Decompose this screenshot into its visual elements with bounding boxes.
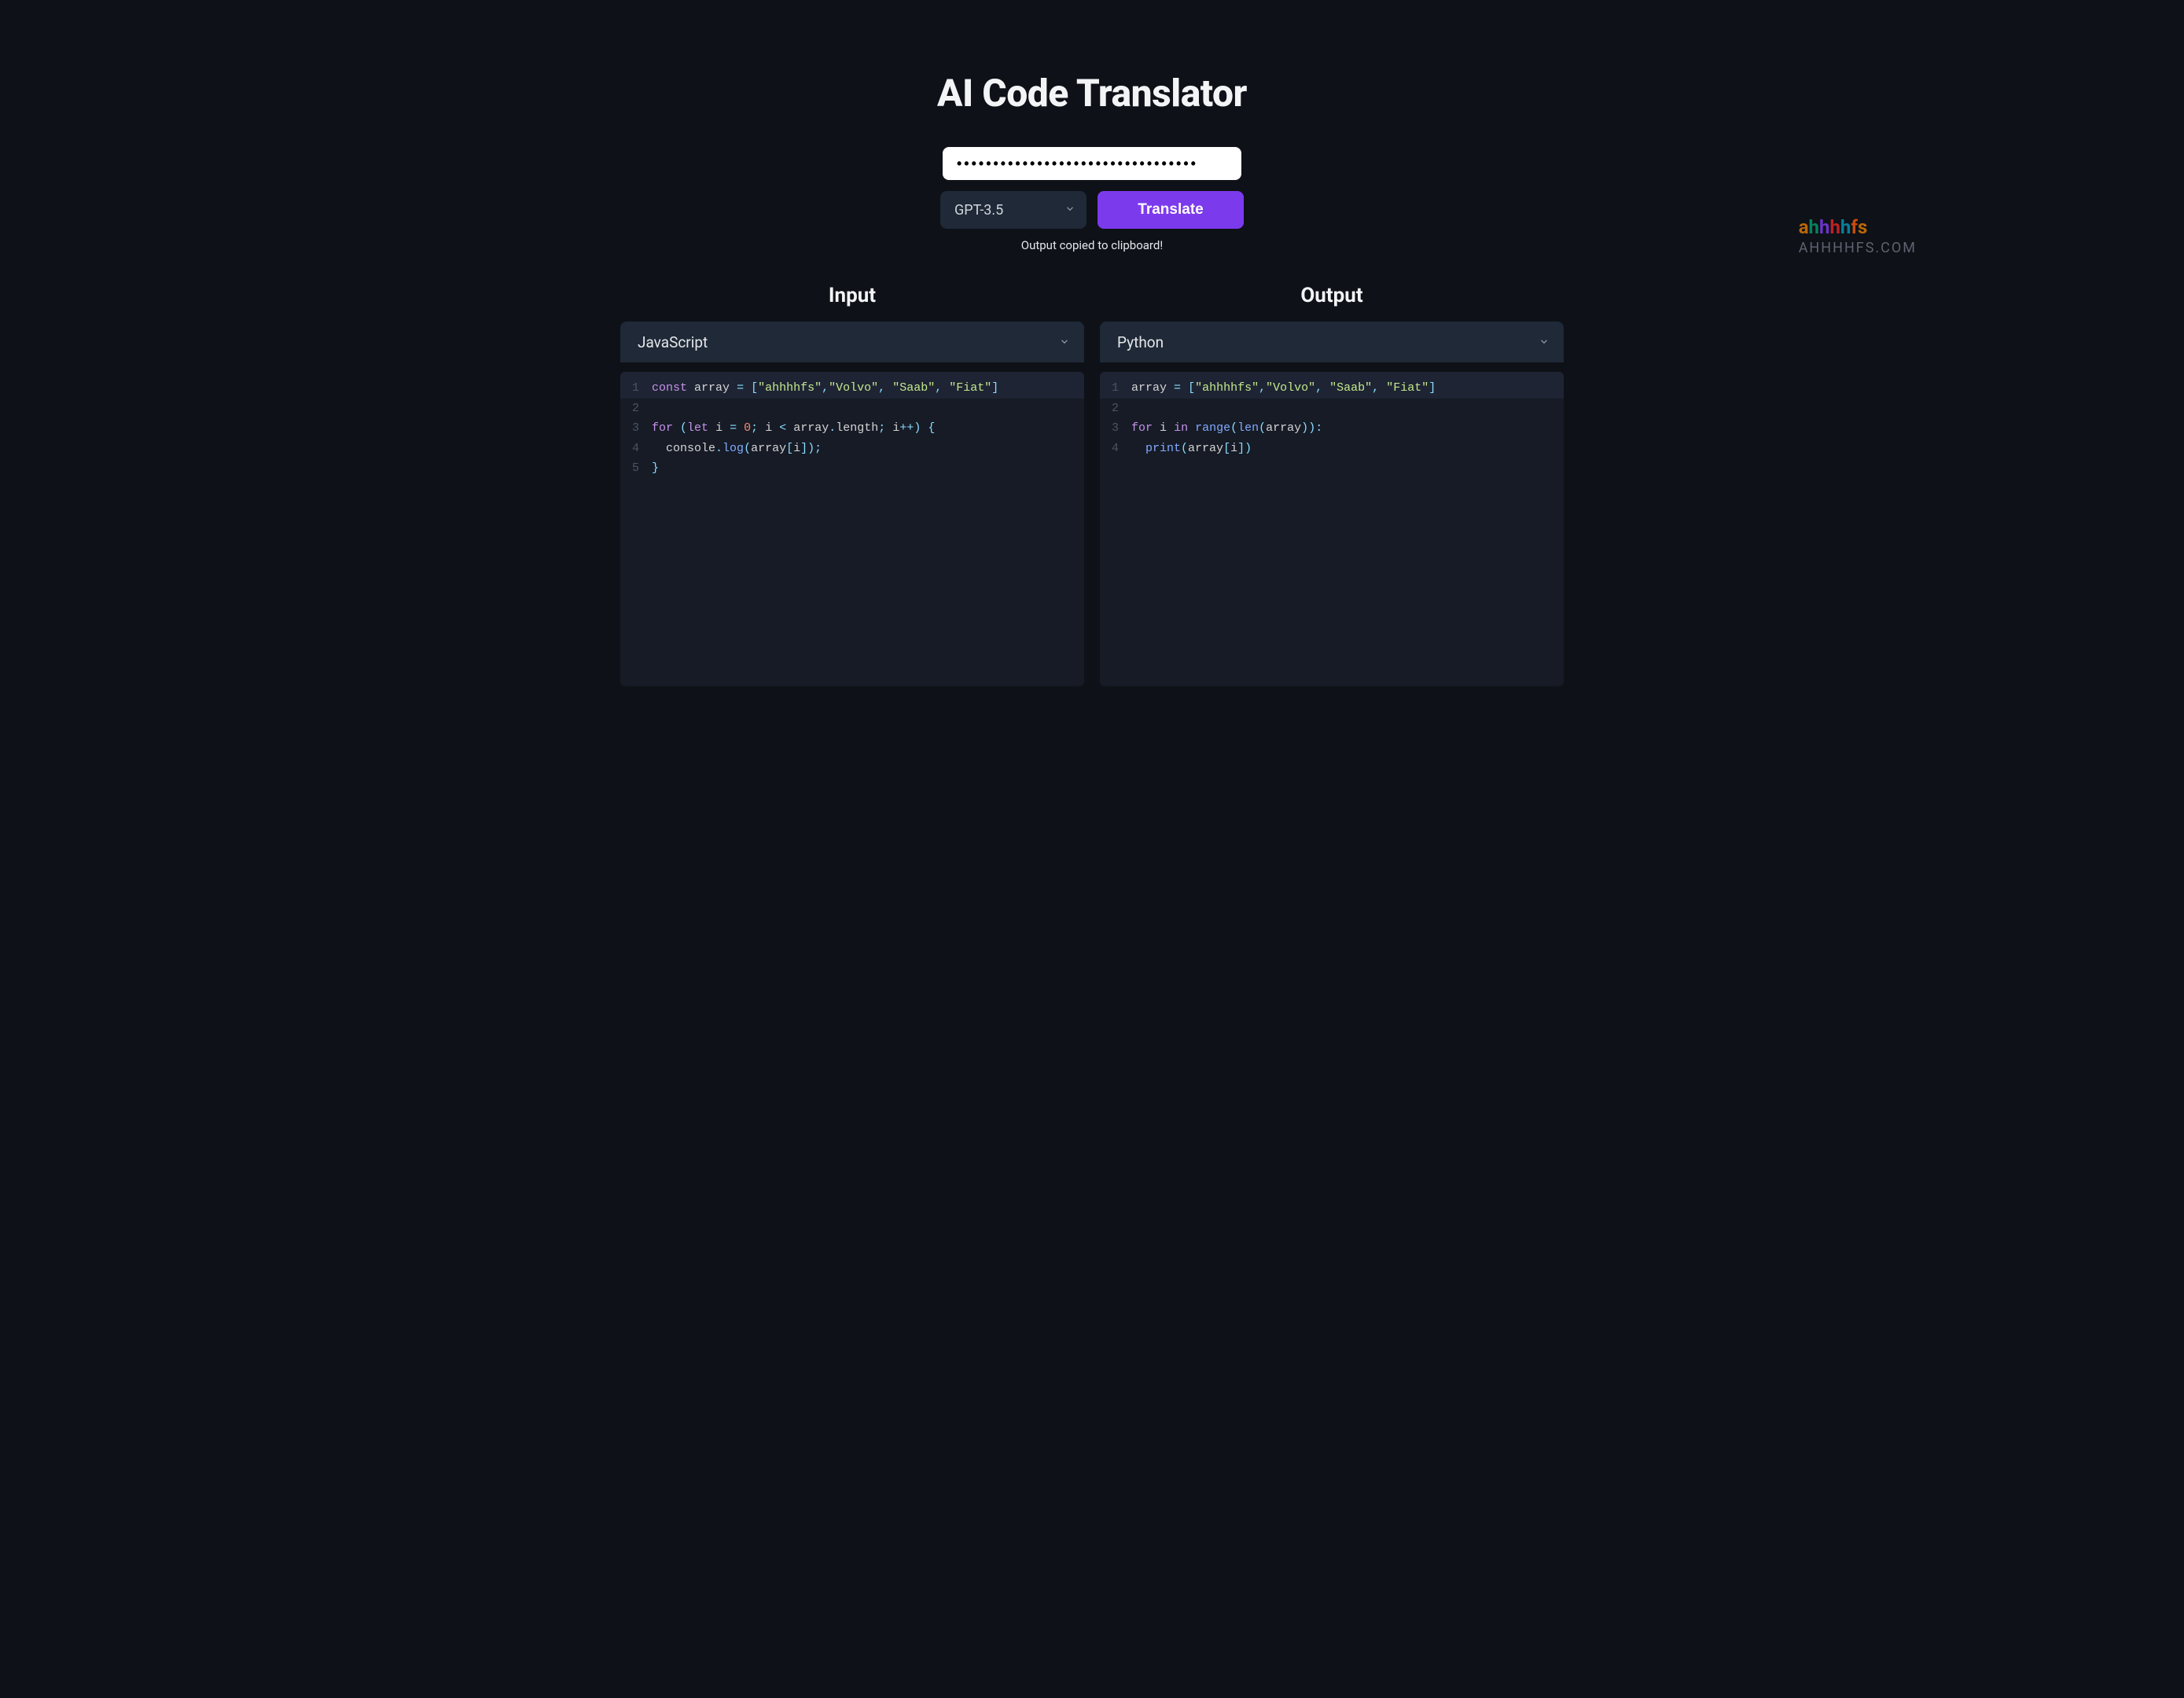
model-select-value: GPT-3.5	[954, 202, 1003, 219]
code-line: 4 print(array[i])	[1100, 439, 1564, 459]
code-line: 3for i in range(len(array)):	[1100, 418, 1564, 439]
line-content: }	[652, 458, 1084, 479]
code-line: 1const array = ["ahhhhfs","Volvo", "Saab…	[620, 372, 1084, 399]
api-key-input[interactable]	[943, 147, 1241, 180]
line-content: array = ["ahhhhfs","Volvo", "Saab", "Fia…	[1131, 378, 1564, 399]
translate-button[interactable]: Translate	[1098, 191, 1244, 229]
code-line: 1array = ["ahhhhfs","Volvo", "Saab", "Fi…	[1100, 372, 1564, 399]
chevron-down-icon	[1059, 333, 1070, 351]
output-language-select[interactable]: Python	[1100, 322, 1564, 362]
code-panels: Input JavaScript 1const array = ["ahhhhf…	[620, 284, 1564, 686]
output-code-editor[interactable]: 1array = ["ahhhhfs","Volvo", "Saab", "Fi…	[1100, 372, 1564, 686]
input-code-editor[interactable]: 1const array = ["ahhhhfs","Volvo", "Saab…	[620, 372, 1084, 686]
status-message: Output copied to clipboard!	[620, 238, 1564, 252]
output-language-value: Python	[1117, 333, 1164, 351]
page-title: AI Code Translator	[620, 71, 1564, 116]
watermark: ahhhhfs AHHHHFS.COM	[1799, 216, 1917, 256]
line-content: for (let i = 0; i < array.length; i++) {	[652, 418, 1084, 439]
chevron-down-icon	[1539, 333, 1550, 351]
controls-section: GPT-3.5 Translate	[620, 147, 1564, 229]
input-language-select[interactable]: JavaScript	[620, 322, 1084, 362]
watermark-domain: AHHHHFS.COM	[1799, 240, 1917, 256]
code-line: 3for (let i = 0; i < array.length; i++) …	[620, 418, 1084, 439]
input-panel-title: Input	[620, 284, 1084, 307]
line-number: 1	[1100, 378, 1131, 399]
code-line: 2	[1100, 399, 1564, 419]
output-panel-title: Output	[1100, 284, 1564, 307]
line-number: 3	[620, 418, 652, 439]
line-content: const array = ["ahhhhfs","Volvo", "Saab"…	[652, 378, 1084, 399]
code-line: 2	[620, 399, 1084, 419]
line-content: console.log(array[i]);	[652, 439, 1084, 459]
line-number: 4	[620, 439, 652, 459]
input-language-value: JavaScript	[638, 333, 708, 351]
output-panel: Output Python 1array = ["ahhhhfs","Volvo…	[1100, 284, 1564, 686]
code-line: 4 console.log(array[i]);	[620, 439, 1084, 459]
line-content	[652, 399, 1084, 419]
chevron-down-icon	[1064, 202, 1075, 219]
line-number: 5	[620, 458, 652, 479]
line-number: 2	[1100, 399, 1131, 419]
line-content	[1131, 399, 1564, 419]
code-line: 5}	[620, 458, 1084, 479]
control-row: GPT-3.5 Translate	[940, 191, 1244, 229]
watermark-brand: ahhhhfs	[1799, 216, 1917, 238]
line-content: for i in range(len(array)):	[1131, 418, 1564, 439]
line-content: print(array[i])	[1131, 439, 1564, 459]
model-select[interactable]: GPT-3.5	[940, 191, 1086, 229]
line-number: 1	[620, 378, 652, 399]
line-number: 3	[1100, 418, 1131, 439]
input-panel: Input JavaScript 1const array = ["ahhhhf…	[620, 284, 1084, 686]
line-number: 4	[1100, 439, 1131, 459]
line-number: 2	[620, 399, 652, 419]
